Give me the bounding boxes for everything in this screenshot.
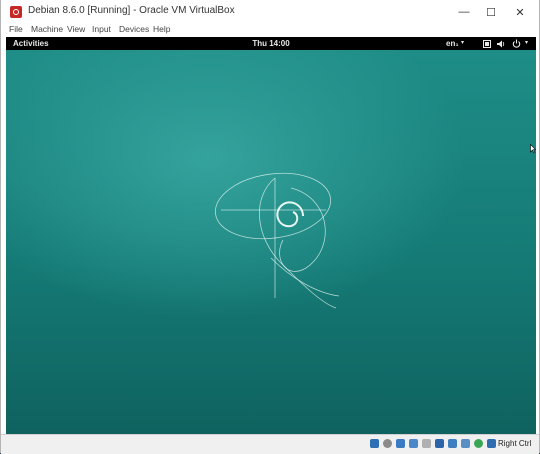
volume-icon[interactable] — [497, 40, 505, 48]
minimize-button[interactable]: — — [449, 0, 479, 24]
window-titlebar[interactable]: Debian 8.6.0 [Running] - Oracle VM Virtu… — [1, 0, 539, 24]
virtualbox-app-icon — [10, 6, 22, 18]
input-language-indicator[interactable]: en₁ — [446, 39, 459, 48]
menu-file[interactable]: File — [9, 24, 23, 34]
shared-folders-icon[interactable] — [435, 439, 444, 448]
menu-help[interactable]: Help — [153, 24, 170, 34]
window-title: Debian 8.6.0 [Running] - Oracle VM Virtu… — [28, 5, 235, 16]
network-icon[interactable] — [409, 439, 418, 448]
maximize-button[interactable]: ☐ — [476, 0, 506, 24]
menu-machine[interactable]: Machine — [31, 24, 63, 34]
menu-input[interactable]: Input — [92, 24, 111, 34]
guest-additions-icon[interactable] — [474, 439, 483, 448]
debian-swirl-logo — [214, 172, 340, 309]
chevron-down-icon: ▾ — [525, 40, 529, 46]
optical-drive-icon[interactable] — [383, 439, 392, 448]
usb-icon[interactable] — [422, 439, 431, 448]
chevron-down-icon: ▾ — [461, 40, 465, 46]
guest-screen[interactable]: Activities Thu 14:00 en₁ ▾ ▾ — [6, 37, 536, 434]
gnome-top-bar: Activities Thu 14:00 en₁ ▾ ▾ — [6, 37, 536, 50]
mouse-integration-icon[interactable] — [487, 439, 496, 448]
vbox-statusbar: Right Ctrl — [1, 434, 539, 454]
screen-icon[interactable] — [483, 40, 491, 48]
close-button[interactable]: ✕ — [505, 0, 535, 24]
virtualbox-window: Debian 8.6.0 [Running] - Oracle VM Virtu… — [0, 0, 540, 454]
menu-view[interactable]: View — [67, 24, 85, 34]
host-key-label: Right Ctrl — [498, 439, 532, 448]
hard-disk-icon[interactable] — [370, 439, 379, 448]
display-icon[interactable] — [448, 439, 457, 448]
menu-devices[interactable]: Devices — [119, 24, 149, 34]
audio-icon[interactable] — [396, 439, 405, 448]
mouse-pointer-icon — [530, 144, 536, 154]
video-capture-icon[interactable] — [461, 439, 470, 448]
power-icon[interactable] — [512, 39, 521, 48]
menubar: File Machine View Input Devices Help — [1, 24, 539, 37]
guest-desktop[interactable] — [6, 50, 536, 434]
